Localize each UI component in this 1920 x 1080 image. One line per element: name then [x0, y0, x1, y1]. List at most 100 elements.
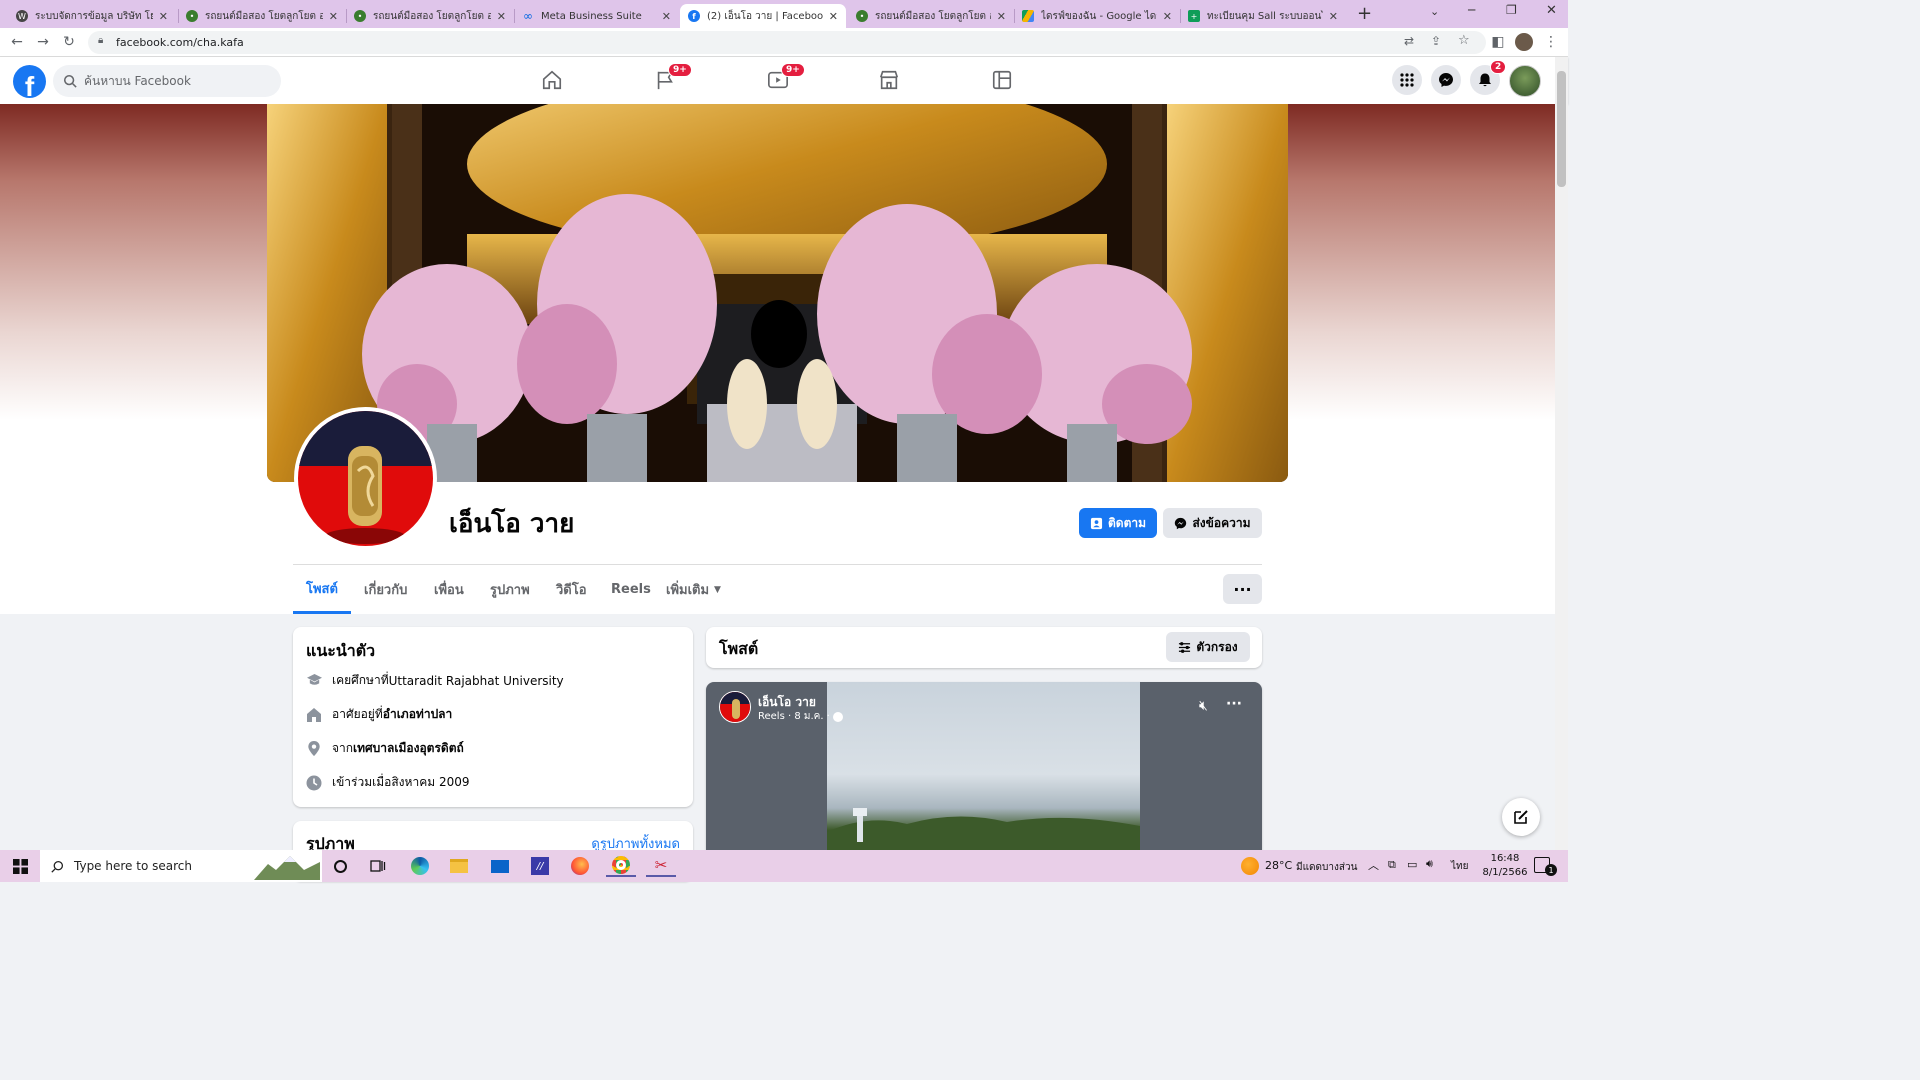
browser-tab[interactable]: W ระบบจัดการข้อมูล บริษัท โยธยุ ✕ — [8, 4, 176, 28]
close-icon[interactable]: ✕ — [1329, 10, 1338, 23]
firefox-icon[interactable] — [568, 855, 592, 877]
tray-chevron-icon[interactable]: ︿ — [1368, 857, 1379, 873]
browser-tab[interactable]: ไดรฟ์ของฉัน - Google ไดรฟ์ ✕ — [1014, 4, 1180, 28]
address-bar[interactable]: 🔒︎ facebook.com/cha.kafa ⇄ ⇪ ☆ — [88, 31, 1486, 54]
tab-friends[interactable]: เพื่อน — [434, 565, 464, 614]
close-icon[interactable]: ✕ — [997, 10, 1006, 23]
intro-title: แนะนำตัว — [306, 641, 376, 660]
clock-icon — [305, 774, 323, 792]
tab-photos[interactable]: รูปภาพ — [490, 565, 530, 614]
tab-videos[interactable]: วิดีโอ — [556, 565, 587, 614]
chrome-icon[interactable] — [606, 855, 636, 877]
network-icon[interactable]: ▭ — [1407, 858, 1417, 871]
facebook-logo[interactable]: f — [13, 65, 46, 98]
meet-now-icon[interactable]: ⧉ — [1388, 858, 1396, 872]
profile-avatar[interactable] — [1515, 33, 1533, 51]
caret-down-icon: ▼ — [714, 584, 721, 595]
send-message-button[interactable]: ส่งข้อความ — [1163, 508, 1262, 538]
cortana-icon[interactable] — [328, 855, 352, 877]
weather-desc[interactable]: มีแดดบางส่วน — [1296, 860, 1357, 875]
gaming-icon[interactable] — [988, 66, 1016, 94]
muted-speaker-icon[interactable]: 🔇︎ — [1199, 698, 1208, 714]
windows-start-icon[interactable] — [8, 855, 32, 877]
page-scrollbar[interactable] — [1555, 57, 1568, 850]
tab-reels[interactable]: Reels — [611, 565, 651, 614]
profile-picture[interactable] — [294, 407, 437, 550]
new-tab-button[interactable]: + — [1357, 3, 1372, 24]
tab-more[interactable]: เพิ่มเติม ▼ — [666, 565, 721, 614]
close-icon[interactable]: ✕ — [829, 10, 838, 23]
browser-tab-active[interactable]: f (2) เอ็นโอ วาย | Facebook ✕ — [680, 4, 846, 28]
translate-icon[interactable]: ⇄ — [1404, 34, 1414, 48]
search-icon — [63, 74, 77, 88]
input-language[interactable]: ไทย — [1451, 859, 1468, 874]
cover-photo[interactable] — [267, 104, 1288, 482]
filter-button[interactable]: ตัวกรอง — [1166, 632, 1250, 662]
mail-icon[interactable] — [488, 855, 512, 877]
app-icon[interactable]: // — [528, 855, 552, 877]
scrollbar-thumb[interactable] — [1557, 71, 1566, 187]
edge-browser-icon[interactable] — [408, 855, 432, 877]
new-message-button[interactable] — [1502, 798, 1540, 836]
close-window-button[interactable]: ✕ — [1546, 3, 1557, 18]
weather-temp[interactable]: 28°C — [1265, 859, 1292, 872]
windows-taskbar: Type here to search // ✂ 28°C มีแดดบางส่… — [0, 850, 1568, 882]
task-view-icon[interactable] — [366, 855, 390, 877]
tab-search-icon[interactable]: ⌄ — [1430, 5, 1439, 18]
file-explorer-icon[interactable] — [447, 855, 471, 877]
close-icon[interactable]: ✕ — [1163, 10, 1172, 23]
follow-button[interactable]: ติดตาม — [1079, 508, 1157, 538]
browser-tab-strip: W ระบบจัดการข้อมูล บริษัท โยธยุ ✕ • รถยน… — [0, 0, 1568, 28]
volume-icon[interactable]: 🔊︎ — [1426, 857, 1433, 871]
browser-tab[interactable]: + ทะเบียนคุม Sall ระบบออนไลน์ ✕ — [1180, 4, 1346, 28]
tab-posts[interactable]: โพสต์ — [293, 565, 351, 614]
browser-tab[interactable]: • รถยนต์มือสอง โยตลูกโยต อุดร ✕ — [848, 4, 1014, 28]
share-icon[interactable]: ⇪ — [1431, 34, 1441, 48]
profile-tabs: โพสต์ เกี่ยวกับ เพื่อน รูปภาพ วิดีโอ Ree… — [293, 564, 1262, 614]
site-icon: • — [354, 10, 366, 22]
menu-grid-icon[interactable] — [1392, 65, 1422, 95]
restore-button[interactable]: ❐ — [1506, 3, 1517, 17]
reel-video[interactable] — [827, 682, 1140, 850]
profile-name: เอ็นโอ วาย — [449, 509, 575, 539]
google-sheets-icon: + — [1188, 10, 1200, 22]
search-icon — [51, 860, 64, 873]
messenger-icon[interactable] — [1431, 65, 1461, 95]
marketplace-icon[interactable] — [875, 66, 903, 94]
snipping-tool-icon[interactable]: ✂ — [646, 855, 676, 877]
posts-title: โพสต์ — [719, 639, 759, 658]
taskbar-search-input[interactable]: Type here to search — [40, 850, 322, 882]
close-icon[interactable]: ✕ — [662, 10, 671, 23]
tab-about[interactable]: เกี่ยวกับ — [364, 565, 407, 614]
close-icon[interactable]: ✕ — [159, 10, 168, 23]
intro-lives-in: อาศัยอยู่ที่ อำเภอท่าปลา — [305, 705, 452, 724]
bookmark-star-icon[interactable]: ☆ — [1458, 33, 1470, 48]
side-panel-icon[interactable]: ◧ — [1489, 33, 1507, 51]
location-pin-icon — [305, 740, 323, 758]
clock[interactable]: 16:48 8/1/2566 — [1480, 852, 1530, 880]
more-options-button[interactable]: ··· — [1223, 574, 1262, 604]
back-icon[interactable]: ← — [8, 33, 26, 51]
browser-tab[interactable]: ∞ Meta Business Suite ✕ — [514, 4, 679, 28]
forward-icon[interactable]: → — [34, 33, 52, 51]
posts-header-card: โพสต์ ตัวกรอง — [706, 627, 1262, 668]
reload-icon[interactable]: ↻ — [60, 33, 78, 51]
graduation-cap-icon — [305, 672, 323, 690]
ellipsis-icon: ··· — [1233, 579, 1252, 599]
home-icon[interactable] — [538, 66, 566, 94]
kebab-menu-icon[interactable]: ⋮ — [1542, 33, 1560, 51]
account-avatar[interactable] — [1509, 65, 1541, 97]
google-drive-icon — [1022, 10, 1034, 22]
close-icon[interactable]: ✕ — [329, 10, 338, 23]
post-options-icon[interactable]: ··· — [1226, 696, 1242, 712]
close-icon[interactable]: ✕ — [497, 10, 506, 23]
lock-icon: 🔒︎ — [98, 35, 104, 46]
minimize-button[interactable]: ─ — [1468, 3, 1475, 17]
author-avatar[interactable] — [719, 691, 751, 723]
reel-post[interactable]: เอ็นโอ วาย Reels · 8 ม.ค. · 🔇︎ ··· — [706, 682, 1262, 850]
watch-badge: 9+ — [781, 63, 805, 77]
weather-sun-icon[interactable] — [1241, 857, 1259, 875]
browser-tab[interactable]: • รถยนต์มือสอง โยตลูกโยต อุดร ✕ — [178, 4, 346, 28]
facebook-search-input[interactable]: ค้นหาบน Facebook — [53, 65, 281, 97]
browser-tab[interactable]: • รถยนต์มือสอง โยตลูกโยต อุดร ✕ — [346, 4, 514, 28]
